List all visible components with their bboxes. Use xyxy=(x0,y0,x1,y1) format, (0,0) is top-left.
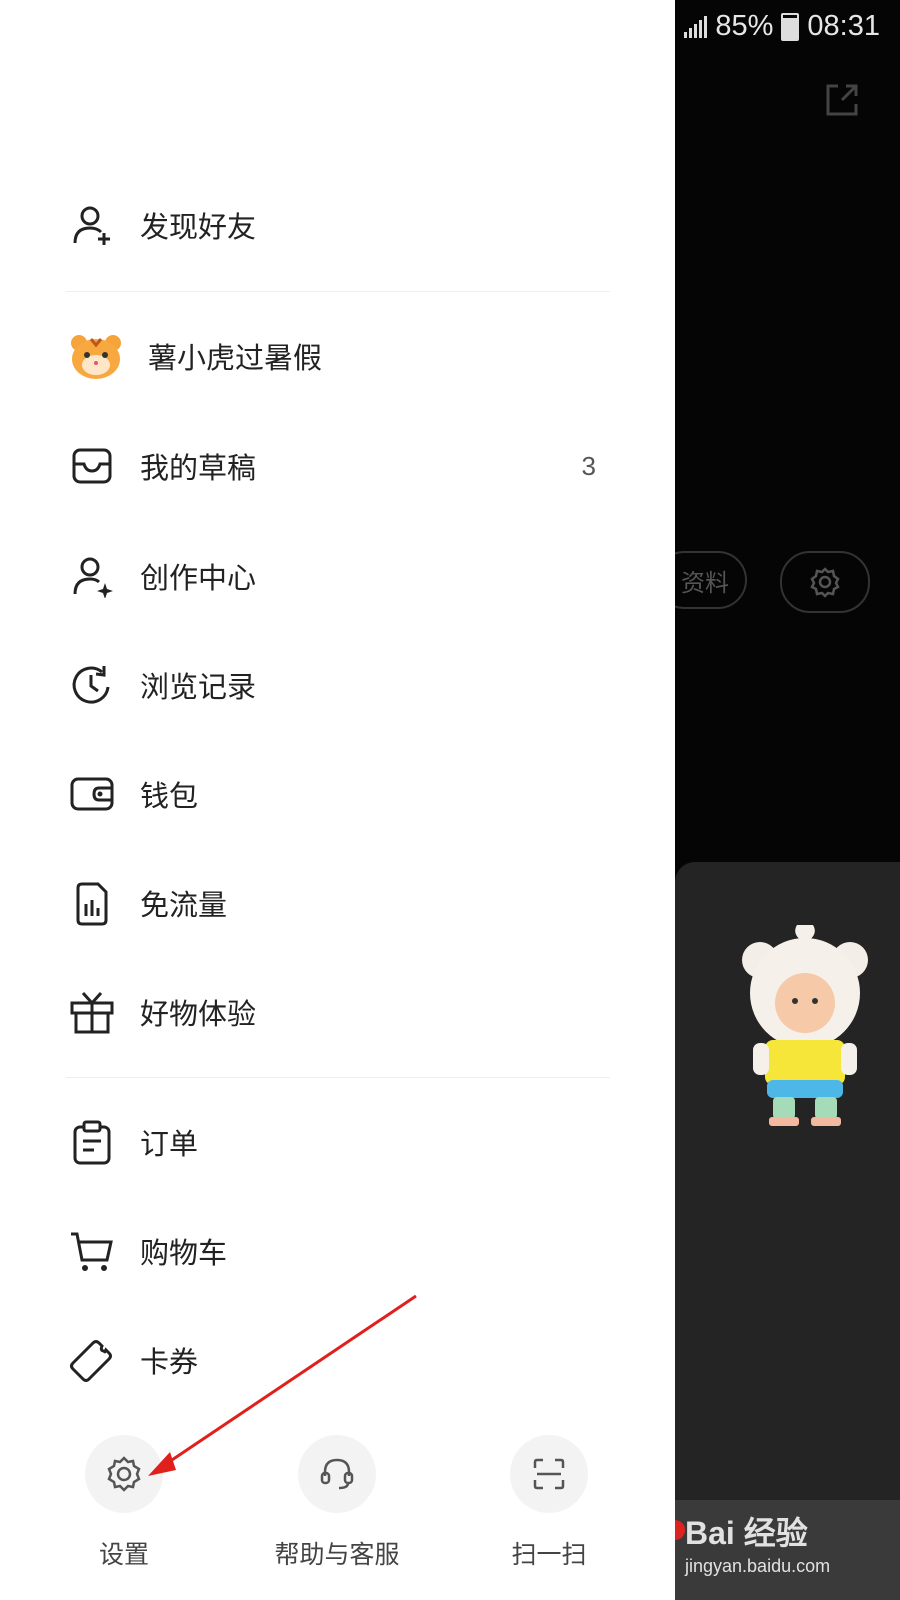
menu-label: 钱包 xyxy=(140,779,199,813)
menu-label: 薯小虎过暑假 xyxy=(148,341,323,375)
menu-item-cart[interactable]: 购物车 xyxy=(68,1221,608,1281)
settings-button[interactable]: 设置 xyxy=(39,1435,209,1571)
menu-item-product-trial[interactable]: 好物体验 xyxy=(68,982,608,1042)
menu-item-coupons[interactable]: 卡券 xyxy=(68,1330,608,1390)
profile-settings-button[interactable] xyxy=(780,551,870,613)
cart-icon xyxy=(68,1227,116,1275)
signal-icon xyxy=(684,15,708,38)
scan-button[interactable]: 扫一扫 xyxy=(464,1435,634,1571)
menu-label: 浏览记录 xyxy=(140,670,257,704)
menu-label: 免流量 xyxy=(140,888,228,922)
menu-item-orders[interactable]: 订单 xyxy=(68,1112,608,1172)
inbox-icon xyxy=(68,442,116,490)
coupon-icon xyxy=(68,1336,116,1384)
divider xyxy=(66,291,610,292)
menu-item-history[interactable]: 浏览记录 xyxy=(68,655,608,715)
share-icon[interactable] xyxy=(820,78,864,122)
scan-icon xyxy=(533,1458,565,1490)
help-label: 帮助与客服 xyxy=(274,1540,400,1569)
clipboard-icon xyxy=(68,1118,116,1166)
battery-icon xyxy=(781,12,800,41)
edit-profile-button[interactable]: 资料 xyxy=(675,551,747,609)
gear-icon xyxy=(107,1456,141,1492)
menu-item-promo[interactable]: 薯小虎过暑假 xyxy=(68,326,608,386)
settings-label: 设置 xyxy=(98,1540,149,1569)
scan-label: 扫一扫 xyxy=(511,1540,587,1569)
creator-icon xyxy=(68,552,116,600)
menu-label: 发现好友 xyxy=(140,210,257,244)
help-circle xyxy=(298,1435,376,1513)
drawer-footer: 设置 帮助与客服 扫一扫 xyxy=(0,1435,675,1575)
tiger-icon xyxy=(68,328,124,384)
clock: 08:31 xyxy=(807,10,880,42)
headset-icon xyxy=(320,1458,354,1490)
wallet-icon xyxy=(68,770,116,818)
battery-percent: 85% xyxy=(715,10,774,42)
menu-item-discover-friends[interactable]: 发现好友 xyxy=(68,195,608,255)
history-icon xyxy=(68,661,116,709)
menu-label: 好物体验 xyxy=(140,997,257,1031)
side-drawer: 发现好友 薯小虎过暑假 我的草稿 3 创作中心 浏览记录 钱包 免流量 好物体验… xyxy=(0,0,675,1600)
status-bar: 85% 08:31 xyxy=(684,10,880,43)
help-button[interactable]: 帮助与客服 xyxy=(252,1435,422,1571)
mascot-image xyxy=(742,925,868,1126)
gift-icon xyxy=(68,988,116,1036)
add-user-icon xyxy=(68,201,116,249)
menu-item-drafts[interactable]: 我的草稿 3 xyxy=(68,436,608,496)
menu-label: 购物车 xyxy=(140,1236,228,1270)
menu-label: 卡券 xyxy=(140,1345,199,1379)
menu-item-creator-center[interactable]: 创作中心 xyxy=(68,546,608,606)
draft-count: 3 xyxy=(581,450,596,481)
menu-label: 订单 xyxy=(140,1127,199,1161)
menu-label: 创作中心 xyxy=(140,561,257,595)
menu-item-free-data[interactable]: 免流量 xyxy=(68,873,608,933)
scan-circle xyxy=(510,1435,588,1513)
gear-icon xyxy=(810,567,840,598)
sim-card-icon xyxy=(68,879,116,927)
menu-label: 我的草稿 xyxy=(140,451,257,485)
watermark: Bai 经验 jingyan.baidu.com xyxy=(685,1515,831,1576)
divider xyxy=(66,1077,610,1078)
menu-item-wallet[interactable]: 钱包 xyxy=(68,764,608,824)
settings-circle xyxy=(85,1435,163,1513)
background-profile-page: 85% 08:31 资料 Bai 经验 jingyan.baidu.com xyxy=(675,0,900,1600)
